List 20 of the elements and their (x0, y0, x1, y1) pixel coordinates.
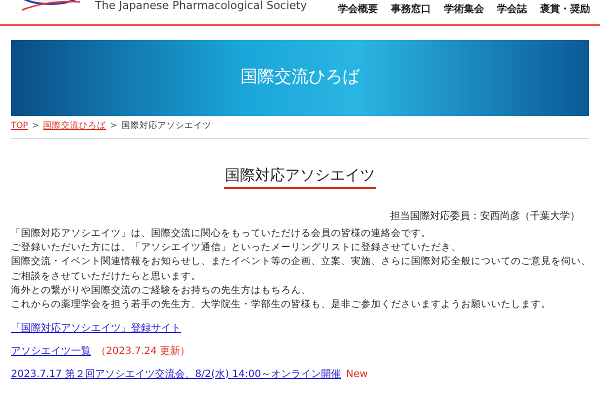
breadcrumb-link[interactable]: TOP (11, 120, 28, 133)
nav-link[interactable]: 学会誌 (497, 2, 527, 17)
committee-text: 担当国際対応委員：安西尚彦（千葉大学） (390, 210, 580, 224)
info-link[interactable]: 2023.7.17 第２回アソシエイツ交流会、8/2(水) 14:00～オンライン開催 (11, 368, 341, 382)
society-name: The Japanese Pharmacological Society (95, 0, 307, 11)
nav-link[interactable]: 学会概要 (338, 2, 378, 17)
breadcrumb-link[interactable]: 国際交流ひろば (43, 120, 106, 133)
update-note: （2023.7.24 更新） (96, 344, 190, 359)
nav-link[interactable]: 褒賞・奨励 (540, 2, 590, 17)
new-label: New (346, 368, 368, 382)
page-title: 国際対応アソシエイツ (224, 164, 376, 189)
info-link[interactable]: アソシエイツ一覧 (11, 344, 91, 359)
banner-title: 国際交流ひろば (240, 66, 360, 90)
nav-link[interactable]: 学術集会 (444, 2, 484, 17)
nav-link[interactable]: 事務窓口 (391, 2, 431, 17)
intro-paragraph: 「国際対応アソシエイツ」は、国際交流に関心をもっていただける会員の皆様の連絡会です。 ご登録いただいた方には、「アソシエイツ通信」といったメーリングリストに登録させていただき、 国際交流・イベント関連情報をお知らせし、またイベント等の企画、立案、実施、さらに国際対応全般についてのご意見を伺い、 ご相談をさせていただけたらと思います。 海外との繋がりや国際交流のご経験をお持ちの先生方はもちろん、 これからの薬理学会を担う若手の先生方、大学院生・学部生の皆様も、是非ご参加くださいますようお願いいたします。 (10, 226, 592, 312)
breadcrumb-separator: > (110, 120, 118, 133)
breadcrumb-separator: > (32, 120, 40, 133)
breadcrumb-current: 国際対応アソシエイツ (121, 120, 212, 133)
info-link[interactable]: 「国際対応アソシエイツ」登録サイト (11, 322, 181, 336)
